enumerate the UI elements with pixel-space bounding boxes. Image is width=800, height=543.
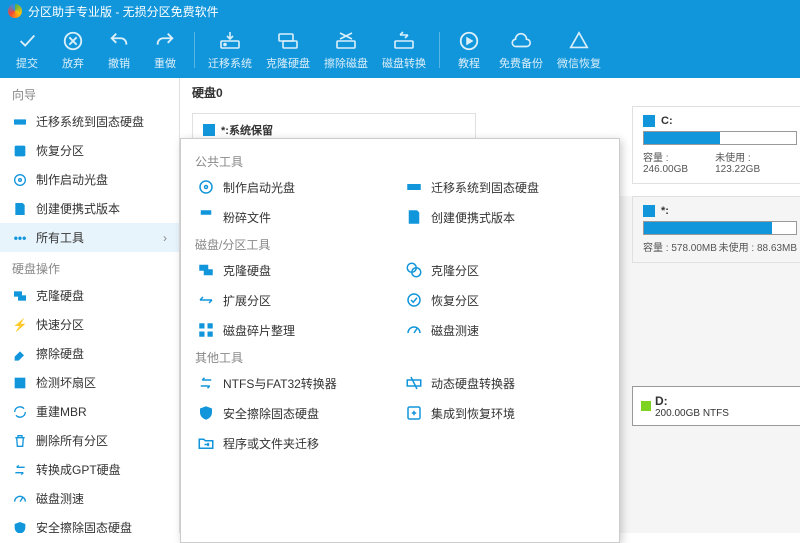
migrate-os-button[interactable]: 迁移系统: [201, 29, 259, 71]
diskops-heading: 硬盘操作: [0, 252, 179, 281]
eraser-icon: [12, 346, 28, 362]
sidebar-secure-ssd[interactable]: 安全擦除固态硬盘: [0, 513, 179, 533]
flag-icon: [643, 205, 655, 217]
copy-icon: [405, 261, 423, 279]
wizard-heading: 向导: [0, 78, 179, 107]
wechat-button[interactable]: 微信恢复: [550, 29, 608, 71]
tool-ntfs-fat32[interactable]: NTFS与FAT32转换器: [195, 370, 397, 396]
tutorial-button[interactable]: 教程: [446, 29, 492, 71]
swap-icon: [197, 374, 215, 392]
discard-button[interactable]: 放弃: [50, 29, 96, 71]
wipe-disk-button[interactable]: 擦除磁盘: [317, 29, 375, 71]
partition-card[interactable]: C: 容量 : 246.00GB未使用 : 123.22GB: [632, 106, 800, 184]
sidebar-boot-disc[interactable]: 制作启动光盘: [0, 165, 179, 194]
save-icon: [12, 201, 28, 217]
save-icon: [405, 208, 423, 226]
undo-button[interactable]: 撤销: [96, 29, 142, 71]
swap-icon: [12, 462, 28, 478]
sidebar-badsector[interactable]: 检测坏扇区: [0, 368, 179, 397]
disc-icon: [197, 178, 215, 196]
partition-card[interactable]: *: 容量 : 578.00MB未使用 : 88.63MB: [632, 196, 800, 263]
backup-button[interactable]: 免费备份: [492, 29, 550, 71]
sidebar-to-gpt[interactable]: 转换成GPT硬盘: [0, 455, 179, 484]
shield-icon: [12, 520, 28, 534]
tool-extend[interactable]: 扩展分区: [195, 287, 397, 313]
sidebar-quick[interactable]: ⚡快速分区: [0, 310, 179, 339]
tool-recover-partition[interactable]: 恢复分区: [403, 287, 605, 313]
redo-button[interactable]: 重做: [142, 29, 188, 71]
tool-speed[interactable]: 磁盘测速: [403, 317, 605, 343]
sidebar-all-tools[interactable]: •••所有工具›: [0, 223, 179, 252]
shred-icon: [197, 208, 215, 226]
disk-title: 硬盘0: [180, 78, 800, 105]
tool-defrag[interactable]: 磁盘碎片整理: [195, 317, 397, 343]
folder-move-icon: [197, 434, 215, 452]
gauge-icon: [12, 491, 28, 507]
recover-icon: [12, 143, 28, 159]
title-text: 分区助手专业版 - 无损分区免费软件: [28, 3, 219, 20]
sidebar-recover[interactable]: 恢复分区: [0, 136, 179, 165]
titlebar: 分区助手专业版 - 无损分区免费软件: [0, 0, 800, 22]
drive-icon: [12, 114, 28, 130]
toolbar: 提交 放弃 撤销 重做 迁移系统 克隆硬盘 擦除磁盘 磁盘转换 教程 免费备份 …: [0, 22, 800, 78]
status-dot-icon: [641, 401, 651, 411]
expand-icon: [197, 291, 215, 309]
bolt-icon: ⚡: [12, 317, 28, 333]
tool-migrate[interactable]: 迁移系统到固态硬盘: [403, 174, 605, 200]
sidebar-migrate[interactable]: 迁移系统到固态硬盘: [0, 107, 179, 136]
drive-icon: [405, 178, 423, 196]
clone-icon: [12, 288, 28, 304]
disc-icon: [12, 172, 28, 188]
convert-disk-button[interactable]: 磁盘转换: [375, 29, 433, 71]
refresh-icon: [12, 404, 28, 420]
tool-dynamic[interactable]: 动态硬盘转换器: [403, 370, 605, 396]
chevron-right-icon: ›: [163, 231, 167, 245]
sidebar-delete-all[interactable]: 删除所有分区: [0, 426, 179, 455]
tool-app-migrate[interactable]: 程序或文件夹迁移: [195, 430, 397, 456]
shield-icon: [197, 404, 215, 422]
disk-strip[interactable]: D: 200.00GB NTFS: [632, 386, 800, 426]
tool-secure-ssd[interactable]: 安全擦除固态硬盘: [195, 400, 397, 426]
tool-boot-disc[interactable]: 制作启动光盘: [195, 174, 397, 200]
convert-icon: [405, 374, 423, 392]
recover-icon: [405, 291, 423, 309]
sidebar-portable[interactable]: 创建便携式版本: [0, 194, 179, 223]
sidebar-speed[interactable]: 磁盘测速: [0, 484, 179, 513]
integrate-icon: [405, 404, 423, 422]
flag-icon: [203, 124, 215, 136]
sidebar-clone[interactable]: 克隆硬盘: [0, 281, 179, 310]
tool-clone-disk[interactable]: 克隆硬盘: [195, 257, 397, 283]
gauge-icon: [405, 321, 423, 339]
tool-winre[interactable]: 集成到恢复环境: [403, 400, 605, 426]
clone-disk-button[interactable]: 克隆硬盘: [259, 29, 317, 71]
app-logo: [8, 4, 22, 18]
ellipsis-icon: •••: [12, 230, 28, 246]
sidebar-rebuild-mbr[interactable]: 重建MBR: [0, 397, 179, 426]
clone-icon: [197, 261, 215, 279]
scan-icon: [12, 375, 28, 391]
trash-icon: [12, 433, 28, 449]
tool-shred[interactable]: 粉碎文件: [195, 204, 397, 230]
commit-button[interactable]: 提交: [4, 29, 50, 71]
all-tools-popup: 公共工具 制作启动光盘 迁移系统到固态硬盘 粉碎文件 创建便携式版本 磁盘/分区…: [180, 138, 620, 543]
flag-icon: [643, 115, 655, 127]
main-panel: 硬盘0 *:系统保留 容量 : 579.00MB未使用 : 550.33MB C…: [180, 78, 800, 533]
tool-clone-partition[interactable]: 克隆分区: [403, 257, 605, 283]
sidebar-wipe[interactable]: 擦除硬盘: [0, 339, 179, 368]
sidebar: 向导 迁移系统到固态硬盘 恢复分区 制作启动光盘 创建便携式版本 •••所有工具…: [0, 78, 180, 533]
tool-portable[interactable]: 创建便携式版本: [403, 204, 605, 230]
grid-icon: [197, 321, 215, 339]
